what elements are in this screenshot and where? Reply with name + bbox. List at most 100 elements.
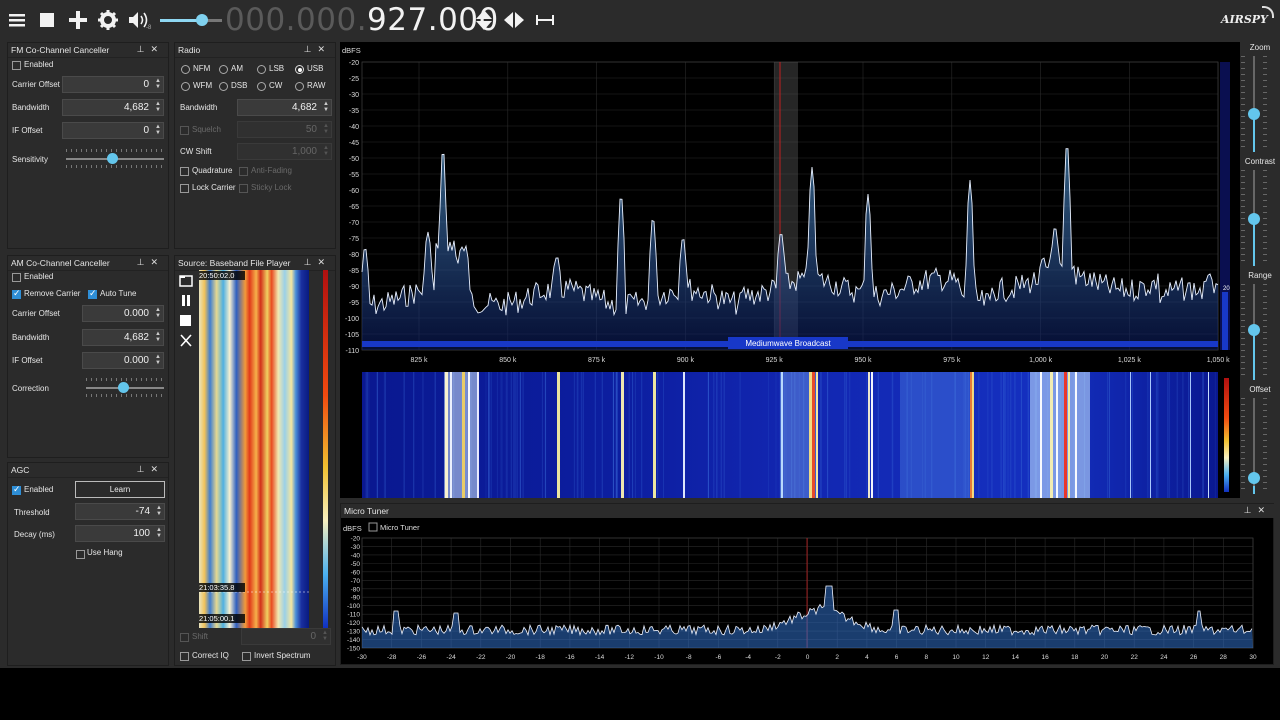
am-carrier-offset-value[interactable]: 0.000: [124, 308, 149, 319]
am-bandwidth-value[interactable]: 4,682: [124, 332, 149, 343]
remove-carrier-checkbox[interactable]: [12, 288, 21, 299]
panel-pin-close-icons[interactable]: ⊥✕: [137, 257, 164, 268]
spin-arrows-icon[interactable]: ▲ ▼: [155, 78, 161, 90]
mode-lsb-radio[interactable]: [257, 65, 266, 74]
mode-nfm-label[interactable]: NFM: [193, 64, 210, 73]
mode-usb-label[interactable]: USB: [307, 64, 323, 73]
spin-arrows-icon[interactable]: ▲ ▼: [323, 101, 329, 113]
mode-raw-radio[interactable]: [295, 82, 304, 91]
spin-arrows-icon[interactable]: ▲ ▼: [155, 331, 161, 343]
panel-pin-close-icons[interactable]: ⊥✕: [304, 257, 331, 268]
shift-checkbox[interactable]: [180, 633, 189, 642]
am-if-offset-value[interactable]: 0.000: [124, 355, 149, 366]
squelch-checkbox[interactable]: [180, 126, 189, 135]
panel-pin-close-icons[interactable]: ⊥✕: [1244, 505, 1271, 516]
spin-arrows-icon[interactable]: ▲ ▼: [156, 505, 162, 517]
cw-shift-value[interactable]: 1,000: [292, 146, 317, 157]
micro-tuner-enable-checkbox[interactable]: [368, 522, 378, 532]
mode-am-label[interactable]: AM: [231, 64, 243, 73]
sticky-lock-checkbox[interactable]: [239, 184, 248, 193]
lock-carrier-checkbox[interactable]: [180, 184, 189, 193]
left-right-arrows-icon[interactable]: [502, 8, 526, 32]
fm-bandwidth-value[interactable]: 4,682: [124, 102, 149, 113]
squelch-input[interactable]: 50 ▲ ▼: [237, 121, 332, 138]
shift-input[interactable]: 0 ▲ ▼: [241, 628, 331, 645]
fm-bandwidth-input[interactable]: 4,682 ▲ ▼: [62, 99, 164, 116]
radio-bandwidth-value[interactable]: 4,682: [292, 102, 317, 113]
range-slider[interactable]: [1241, 284, 1267, 380]
plus-icon[interactable]: [66, 8, 90, 32]
mode-cw-label[interactable]: CW: [269, 81, 282, 90]
panel-pin-close-icons[interactable]: ⊥✕: [304, 44, 331, 55]
auto-tune-checkbox[interactable]: [88, 288, 97, 299]
decay-input[interactable]: 100 ▲ ▼: [75, 525, 165, 542]
am-enabled-checkbox[interactable]: [12, 273, 21, 282]
am-bandwidth-input[interactable]: 4,682 ▲ ▼: [82, 329, 164, 346]
mode-nfm-radio[interactable]: [181, 65, 190, 74]
mode-wfm-label[interactable]: WFM: [193, 81, 212, 90]
up-down-arrows-icon[interactable]: [472, 8, 496, 32]
fm-sensitivity-slider[interactable]: [66, 149, 164, 171]
fm-carrier-offset-input[interactable]: 0 ▲ ▼: [62, 76, 164, 93]
pause-icon[interactable]: [179, 294, 193, 307]
mode-dsb-radio[interactable]: [219, 82, 228, 91]
offset-slider[interactable]: [1241, 398, 1267, 494]
spin-arrows-icon[interactable]: ▲ ▼: [323, 123, 329, 135]
slider-knob[interactable]: [1248, 108, 1260, 120]
spin-arrows-icon[interactable]: ▲ ▼: [322, 630, 328, 642]
cw-shift-input[interactable]: 1,000 ▲ ▼: [237, 143, 332, 160]
zoom-slider[interactable]: [1241, 56, 1267, 152]
spin-arrows-icon[interactable]: ▲ ▼: [155, 124, 161, 136]
panel-pin-close-icons[interactable]: ⊥✕: [137, 44, 164, 55]
mode-dsb-label[interactable]: DSB: [231, 81, 247, 90]
folder-icon[interactable]: [179, 274, 193, 287]
stop-icon[interactable]: [35, 8, 59, 32]
mode-usb-radio[interactable]: [295, 65, 304, 74]
volume-slider[interactable]: [160, 10, 222, 30]
slider-knob[interactable]: [1248, 472, 1260, 484]
volume-knob[interactable]: [196, 14, 208, 26]
am-carrier-offset-input[interactable]: 0.000 ▲ ▼: [82, 305, 164, 322]
slider-knob[interactable]: [1248, 324, 1260, 336]
frequency-display[interactable]: 000.000.927.000: [225, 2, 499, 38]
mode-cw-radio[interactable]: [257, 82, 266, 91]
decay-value[interactable]: 100: [133, 528, 150, 539]
spectrum-plot[interactable]: Mediumwave Broadcast dBFS -20 -25 -30 -35 -4…: [340, 42, 1240, 372]
mode-raw-label[interactable]: RAW: [307, 81, 325, 90]
slider-knob[interactable]: [1248, 213, 1260, 225]
spin-arrows-icon[interactable]: ▲ ▼: [155, 307, 161, 319]
file-waterfall[interactable]: 20:50:02.0 21:03:35.8 21:05:00.1: [199, 270, 309, 628]
mode-am-radio[interactable]: [219, 65, 228, 74]
threshold-input[interactable]: -74 ▲ ▼: [75, 503, 165, 520]
learn-button[interactable]: Learn: [75, 481, 165, 498]
mode-lsb-label[interactable]: LSB: [269, 64, 284, 73]
hamburger-menu-icon[interactable]: [5, 8, 29, 32]
fm-enabled-checkbox[interactable]: [12, 61, 21, 70]
threshold-value[interactable]: -74: [136, 506, 150, 517]
stop-icon[interactable]: [179, 314, 193, 327]
spin-arrows-icon[interactable]: ▲ ▼: [155, 101, 161, 113]
contrast-slider[interactable]: [1241, 170, 1267, 266]
am-correction-slider[interactable]: [86, 378, 164, 400]
gear-icon[interactable]: [96, 8, 120, 32]
waterfall-display[interactable]: [340, 372, 1240, 498]
scissors-icon[interactable]: [179, 334, 193, 347]
frequency-dim-digits[interactable]: 000.000.: [225, 2, 367, 38]
anti-fading-checkbox[interactable]: [239, 167, 248, 176]
shift-value[interactable]: 0: [310, 631, 316, 642]
spin-arrows-icon[interactable]: ▲ ▼: [155, 354, 161, 366]
spin-arrows-icon[interactable]: ▲ ▼: [323, 145, 329, 157]
quadrature-checkbox[interactable]: [180, 167, 189, 176]
squelch-value[interactable]: 50: [306, 124, 317, 135]
micro-tuner-plot[interactable]: dBFS Micro Tuner -20-30-40-50-60-70-80-9…: [341, 518, 1275, 666]
mode-wfm-radio[interactable]: [181, 82, 190, 91]
radio-bandwidth-input[interactable]: 4,682 ▲ ▼: [237, 99, 332, 116]
fm-carrier-offset-value[interactable]: 0: [143, 79, 149, 90]
agc-enabled-checkbox[interactable]: [12, 484, 21, 495]
panel-pin-close-icons[interactable]: ⊥✕: [137, 464, 164, 475]
am-if-offset-input[interactable]: 0.000 ▲ ▼: [82, 352, 164, 369]
fm-if-offset-value[interactable]: 0: [143, 125, 149, 136]
correct-iq-checkbox[interactable]: [180, 652, 189, 661]
invert-spectrum-checkbox[interactable]: [242, 652, 251, 661]
waterfall-plot[interactable]: [340, 372, 1240, 498]
